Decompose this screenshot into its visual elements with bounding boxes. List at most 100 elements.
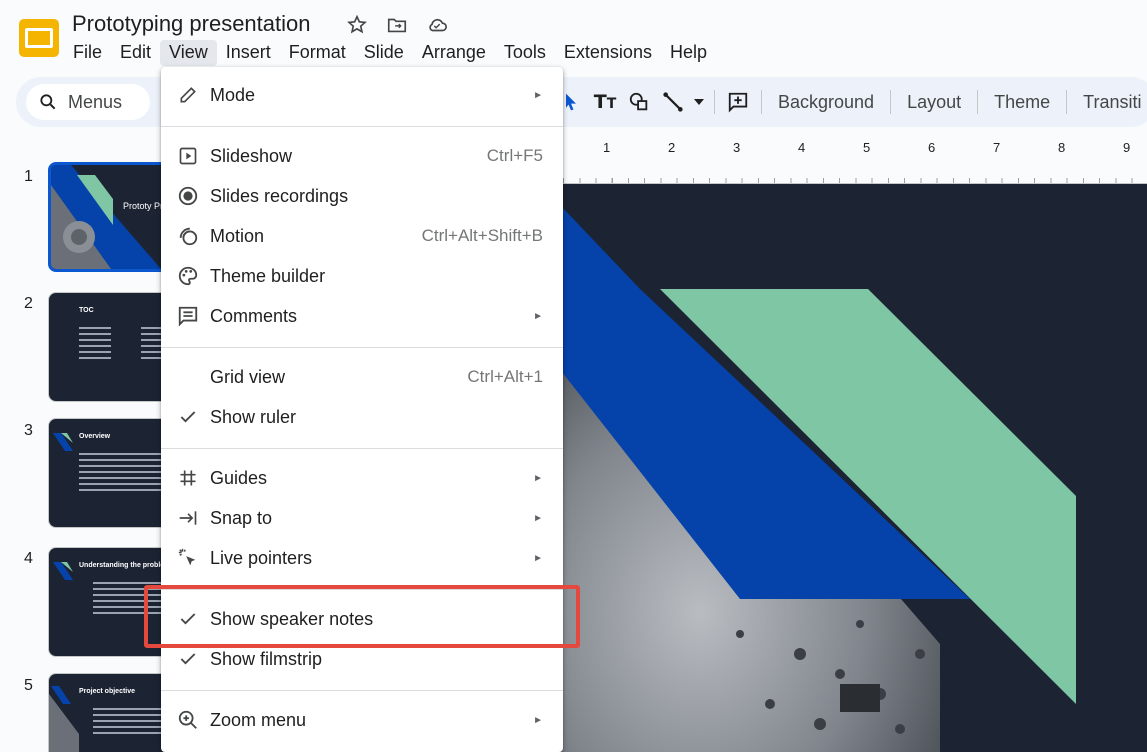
shortcut-text: Ctrl+F5 <box>486 146 543 165</box>
menu-item-label: Theme builder <box>210 265 326 286</box>
menu-item-mode[interactable]: Mode ► <box>161 76 563 114</box>
menu-item-slides-recordings[interactable]: Slides recordings <box>161 177 563 215</box>
pencil-icon <box>175 82 201 108</box>
slide-number: 5 <box>24 677 33 694</box>
zoom-icon <box>175 707 201 733</box>
menu-item-live-pointers[interactable]: Live pointers ► <box>161 539 563 577</box>
document-title[interactable]: Prototyping presentation <box>72 11 311 37</box>
add-comment-icon[interactable] <box>721 85 755 119</box>
record-icon <box>175 183 201 209</box>
slide-number: 2 <box>24 295 33 312</box>
slides-logo[interactable] <box>18 18 60 58</box>
menu-item-label: Zoom menu <box>210 709 307 730</box>
submenu-arrow-icon: ► <box>533 310 543 322</box>
submenu-arrow-icon: ► <box>533 714 543 726</box>
slide-thumbnail-title: Understanding the problem <box>79 562 171 569</box>
ruler-number: 9 <box>1123 140 1131 155</box>
background-button[interactable]: Background <box>768 92 884 113</box>
menu-item-label: Snap to <box>210 507 273 528</box>
slide-thumbnail-5[interactable]: Project objective <box>48 673 172 752</box>
comments-icon <box>175 303 201 329</box>
grid-guides-icon <box>175 465 201 491</box>
highlight-box <box>144 585 580 648</box>
motion-icon <box>175 223 201 249</box>
shortcut-text: Ctrl+Alt+1 <box>467 367 543 386</box>
horizontal-ruler[interactable]: 1 2 3 4 5 6 7 8 9 <box>563 138 1147 166</box>
menu-extensions[interactable]: Extensions <box>555 40 661 66</box>
slide-thumbnail-title: TOC <box>79 307 94 314</box>
ruler-number: 3 <box>733 140 741 155</box>
menu-item-label: Comments <box>210 305 298 326</box>
menu-insert[interactable]: Insert <box>217 40 280 66</box>
menu-item-label: Slides recordings <box>210 185 349 206</box>
slide-number: 1 <box>24 168 33 185</box>
transition-button[interactable]: Transiti <box>1073 92 1147 113</box>
theme-button[interactable]: Theme <box>984 92 1060 113</box>
menu-item-motion[interactable]: Motion Ctrl+Alt+Shift+B <box>161 217 563 255</box>
submenu-arrow-icon: ► <box>533 512 543 524</box>
menu-help[interactable]: Help <box>661 40 716 66</box>
menu-divider <box>161 347 563 348</box>
ruler-number: 5 <box>863 140 871 155</box>
menu-item-label: Grid view <box>210 366 286 387</box>
toolbar-divider <box>1066 90 1068 114</box>
search-icon <box>40 94 56 110</box>
slideshow-icon <box>175 143 201 169</box>
menu-item-label: Show filmstrip <box>210 648 323 669</box>
menu-view[interactable]: View <box>160 40 217 66</box>
menu-item-theme-builder[interactable]: Theme builder <box>161 257 563 295</box>
slide-number: 3 <box>24 422 33 439</box>
ruler-number: 1 <box>603 140 611 155</box>
line-dropdown-chevron-icon[interactable] <box>690 85 708 119</box>
ruler-number: 7 <box>993 140 1001 155</box>
slide-thumbnail-2[interactable]: TOC <box>48 292 172 402</box>
menu-item-label: Slideshow <box>210 145 293 166</box>
shortcut-text: Ctrl+Alt+Shift+B <box>421 226 543 245</box>
menus-search-button[interactable]: Menus <box>26 84 150 120</box>
move-to-folder-icon[interactable] <box>384 12 410 38</box>
toolbar-divider <box>890 90 892 114</box>
star-icon[interactable] <box>344 12 370 38</box>
submenu-arrow-icon: ► <box>533 552 543 564</box>
slide-thumbnail-title: Project objective <box>79 688 136 695</box>
menu-edit[interactable]: Edit <box>111 40 160 66</box>
menu-item-label: Motion <box>210 225 265 246</box>
menu-file[interactable]: File <box>64 40 111 66</box>
menu-item-label: Live pointers <box>210 547 313 568</box>
toolbar-divider <box>761 90 762 114</box>
line-icon[interactable] <box>656 85 690 119</box>
menu-item-grid-view[interactable]: Grid view Ctrl+Alt+1 <box>161 358 563 396</box>
menu-item-comments[interactable]: Comments ► <box>161 297 563 335</box>
layout-button[interactable]: Layout <box>897 92 971 113</box>
slide-canvas[interactable] <box>540 184 1147 752</box>
checkmark-icon <box>175 404 201 430</box>
toolbar-divider <box>714 90 715 114</box>
text-box-icon[interactable]: TT <box>588 85 622 119</box>
toolbar-divider <box>977 90 979 114</box>
slide-thumbnail-title: Overview <box>79 433 111 440</box>
menu-item-label: Show ruler <box>210 406 297 427</box>
cloud-saved-icon[interactable] <box>424 12 450 38</box>
menu-divider <box>161 690 563 691</box>
menu-item-snap-to[interactable]: Snap to ► <box>161 499 563 537</box>
slide-thumbnail-3[interactable]: Overview <box>48 418 172 528</box>
menu-item-zoom-menu[interactable]: Zoom menu ► <box>161 701 563 739</box>
view-menu-dropdown: Mode ► Slideshow Ctrl+F5 Slides recordin… <box>161 67 563 752</box>
shape-icon[interactable] <box>622 85 656 119</box>
menu-divider <box>161 126 563 127</box>
filmstrip: 1 Prototy Present 2 TOC 3 Overview 4 Und… <box>0 140 172 752</box>
menu-item-label: Guides <box>210 467 268 488</box>
menu-item-label: Mode <box>210 84 256 105</box>
menu-item-guides[interactable]: Guides ► <box>161 459 563 497</box>
palette-icon <box>175 263 201 289</box>
slide-thumbnail-1[interactable]: Prototy Present <box>48 162 172 272</box>
menu-format[interactable]: Format <box>280 40 355 66</box>
menu-item-show-ruler[interactable]: Show ruler <box>161 398 563 436</box>
menu-item-slideshow[interactable]: Slideshow Ctrl+F5 <box>161 137 563 175</box>
menu-arrange[interactable]: Arrange <box>413 40 495 66</box>
ruler-number: 4 <box>798 140 806 155</box>
ruler-number: 2 <box>668 140 676 155</box>
ruler-number: 8 <box>1058 140 1066 155</box>
menu-tools[interactable]: Tools <box>495 40 555 66</box>
menu-slide[interactable]: Slide <box>355 40 413 66</box>
